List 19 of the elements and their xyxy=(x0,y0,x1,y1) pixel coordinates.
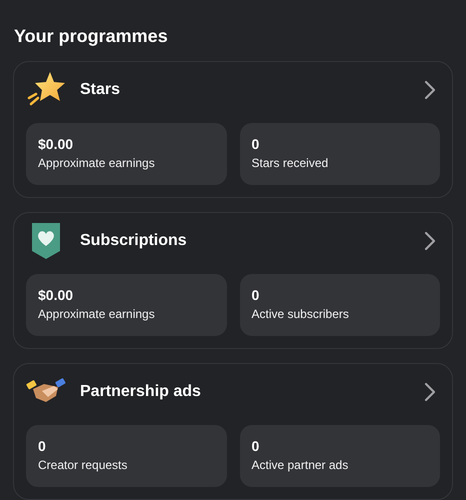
stat-value: 0 xyxy=(38,438,47,454)
programme-title: Subscriptions xyxy=(80,232,188,250)
stat-label: Approximate earnings xyxy=(38,156,156,171)
programme-title: Partnership ads xyxy=(80,383,202,401)
stat-value: 0 xyxy=(252,438,260,454)
stat-label: Stars received xyxy=(252,156,330,171)
stat-value: $0.00 xyxy=(38,287,74,303)
chevron-right-icon[interactable] xyxy=(424,382,436,402)
stat-label: Approximate earnings xyxy=(38,307,156,322)
stat-label: Active partner ads xyxy=(252,458,350,473)
stat-label: Creator requests xyxy=(38,458,128,473)
stat-value: $0.00 xyxy=(38,136,74,152)
stat-value: 0 xyxy=(252,287,260,303)
stat-value: 0 xyxy=(252,136,260,152)
section-heading: Your programmes xyxy=(14,25,169,47)
stat-label: Active subscribers xyxy=(252,307,350,322)
chevron-right-icon[interactable] xyxy=(424,231,436,251)
programme-title: Stars xyxy=(80,81,122,99)
chevron-right-icon[interactable] xyxy=(424,80,436,100)
